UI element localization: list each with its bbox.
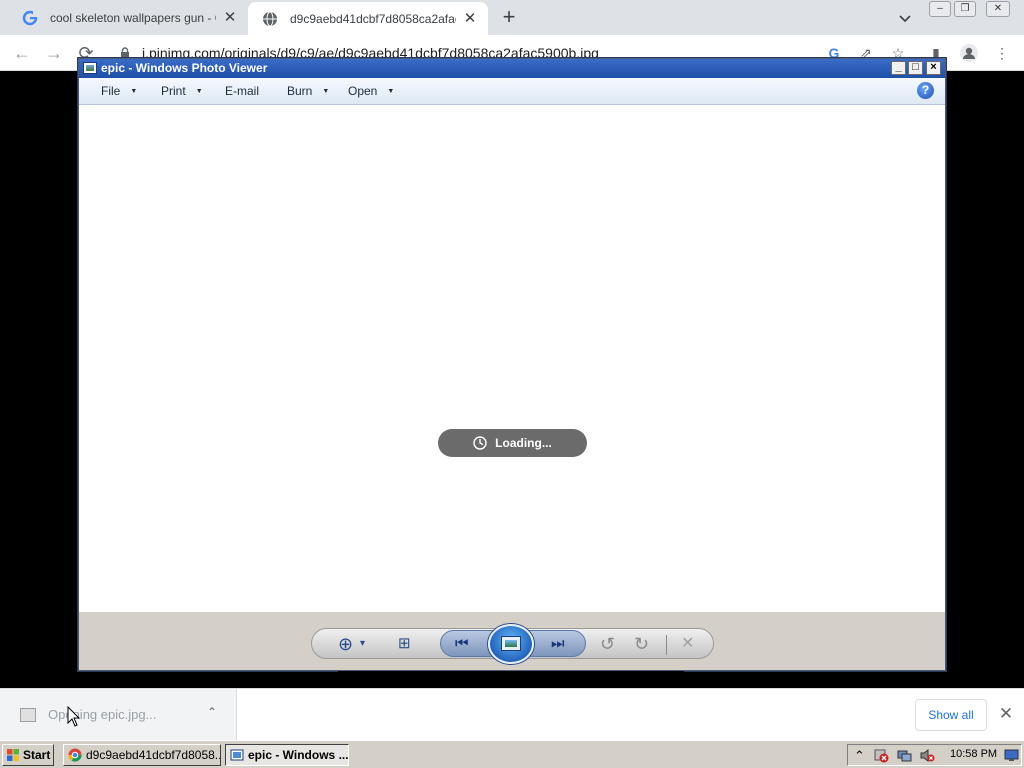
taskbar-button-label: d9c9aebd41dcbf7d8058... bbox=[86, 748, 221, 762]
new-tab-button[interactable]: + bbox=[498, 6, 520, 29]
menu-print[interactable]: Print ▼ bbox=[161, 84, 203, 98]
rotate-counterclockwise-icon[interactable]: ↺ bbox=[600, 634, 615, 654]
chrome-icon bbox=[68, 748, 82, 762]
dropdown-arrow-icon: ▼ bbox=[322, 88, 330, 96]
separator bbox=[666, 635, 667, 655]
taskbar-button-label: epic - Windows ... bbox=[248, 748, 349, 762]
tray-security-alert-icon[interactable] bbox=[874, 748, 889, 763]
tab-close-icon[interactable]: ✕ bbox=[462, 10, 478, 27]
window-minimize-button[interactable]: – bbox=[929, 1, 951, 17]
zoom-icon[interactable]: ⊕ bbox=[338, 634, 353, 654]
menu-burn[interactable]: Burn ▼ bbox=[287, 84, 329, 98]
browser-tab-google-search[interactable]: cool skeleton wallpapers gun - Goog ✕ bbox=[8, 0, 248, 35]
slideshow-icon bbox=[501, 636, 521, 651]
window-restore-button[interactable]: ❐ bbox=[954, 1, 976, 17]
menu-open[interactable]: Open ▼ bbox=[348, 84, 394, 98]
actual-size-icon[interactable]: ⊞ bbox=[398, 634, 411, 654]
taskbar-clock[interactable]: 10:58 PM bbox=[950, 748, 997, 760]
taskbar: Start d9c9aebd41dcbf7d8058... epic - Win… bbox=[0, 740, 1024, 768]
mouse-cursor-icon bbox=[67, 706, 81, 727]
browser-tab-image[interactable]: d9c9aebd41dcbf7d8058ca2afac5900 ✕ bbox=[248, 2, 488, 35]
zoom-dropdown-icon[interactable]: ▾ bbox=[360, 634, 365, 654]
loading-indicator: Loading... bbox=[438, 429, 587, 457]
taskbar-button-chrome[interactable]: d9c9aebd41dcbf7d8058... bbox=[63, 744, 221, 766]
pv-close-button[interactable]: × bbox=[926, 61, 941, 75]
photo-viewer-controlbar: ⊕ ▾ ⊞ ⏮ ⏭ ↺ ↻ ✕ bbox=[79, 612, 945, 670]
help-icon[interactable]: ? bbox=[917, 82, 934, 99]
tray-expand-icon[interactable]: ⌃ bbox=[852, 748, 867, 763]
browser-tab-strip: cool skeleton wallpapers gun - Goog ✕ d9… bbox=[0, 0, 1024, 35]
dropdown-arrow-icon: ▼ bbox=[195, 88, 203, 96]
start-label: Start bbox=[23, 748, 51, 762]
system-tray: ⌃ 10:58 PM bbox=[847, 744, 1022, 766]
photo-viewer-titlebar[interactable]: epic - Windows Photo Viewer _ □ × bbox=[79, 59, 945, 78]
forward-button[interactable]: → bbox=[42, 41, 66, 65]
rotate-clockwise-icon[interactable]: ↻ bbox=[634, 634, 649, 654]
download-shelf: Opening epic.jpg... ⌃ Show all ✕ bbox=[0, 688, 1024, 741]
dropdown-arrow-icon: ▼ bbox=[387, 88, 395, 96]
photo-viewer-title: epic - Windows Photo Viewer bbox=[101, 61, 268, 75]
clock-icon bbox=[473, 436, 487, 450]
download-item[interactable]: Opening epic.jpg... ⌃ bbox=[0, 689, 237, 741]
menu-file[interactable]: File ▼ bbox=[101, 84, 137, 98]
playback-controls: ⊕ ▾ ⊞ ⏮ ⏭ ↺ ↻ ✕ bbox=[311, 624, 714, 664]
next-icon[interactable]: ⏭ bbox=[551, 634, 565, 654]
image-canvas: Loading... bbox=[81, 105, 943, 612]
start-button[interactable]: Start bbox=[2, 744, 54, 766]
photo-viewer-window: epic - Windows Photo Viewer _ □ × File ▼ … bbox=[78, 58, 946, 671]
tray-network-icon[interactable] bbox=[897, 748, 912, 763]
pv-minimize-button[interactable]: _ bbox=[891, 61, 906, 75]
show-all-button[interactable]: Show all bbox=[915, 699, 987, 731]
globe-icon bbox=[262, 11, 278, 27]
close-shelf-icon[interactable]: ✕ bbox=[996, 704, 1016, 724]
tray-desktop-icon[interactable] bbox=[1004, 748, 1019, 763]
download-status-text: Opening epic.jpg... bbox=[48, 707, 157, 722]
menu-email[interactable]: E-mail bbox=[225, 84, 259, 98]
tab-search-icon[interactable] bbox=[895, 8, 915, 28]
previous-icon[interactable]: ⏮ bbox=[455, 634, 469, 654]
photo-viewer-icon bbox=[230, 749, 244, 761]
chevron-up-icon[interactable]: ⌃ bbox=[204, 705, 220, 721]
window-close-button[interactable]: ✕ bbox=[986, 1, 1010, 17]
back-button[interactable]: ← bbox=[10, 41, 34, 65]
loading-text: Loading... bbox=[495, 436, 552, 450]
taskbar-button-photo-viewer[interactable]: epic - Windows ... bbox=[225, 744, 349, 766]
photo-viewer-menubar: File ▼ Print ▼ E-mail Burn ▼ Open ▼ ? bbox=[79, 78, 945, 105]
slideshow-button[interactable] bbox=[488, 624, 534, 664]
menu-icon[interactable]: ⋮ bbox=[992, 43, 1012, 63]
background-page-strip bbox=[338, 671, 684, 688]
tray-volume-muted-icon[interactable] bbox=[920, 748, 935, 763]
pv-maximize-button[interactable]: □ bbox=[908, 61, 923, 75]
delete-icon[interactable]: ✕ bbox=[681, 634, 694, 654]
windows-logo-icon bbox=[7, 749, 19, 761]
tab-title: cool skeleton wallpapers gun - Goog bbox=[50, 10, 216, 25]
tab-title: d9c9aebd41dcbf7d8058ca2afac5900 bbox=[290, 11, 456, 26]
google-icon bbox=[22, 10, 38, 26]
photo-viewer-app-icon bbox=[83, 62, 97, 74]
image-file-icon bbox=[20, 708, 36, 722]
profile-icon[interactable] bbox=[959, 43, 979, 63]
dropdown-arrow-icon: ▼ bbox=[130, 88, 138, 96]
tab-close-icon[interactable]: ✕ bbox=[222, 9, 238, 26]
